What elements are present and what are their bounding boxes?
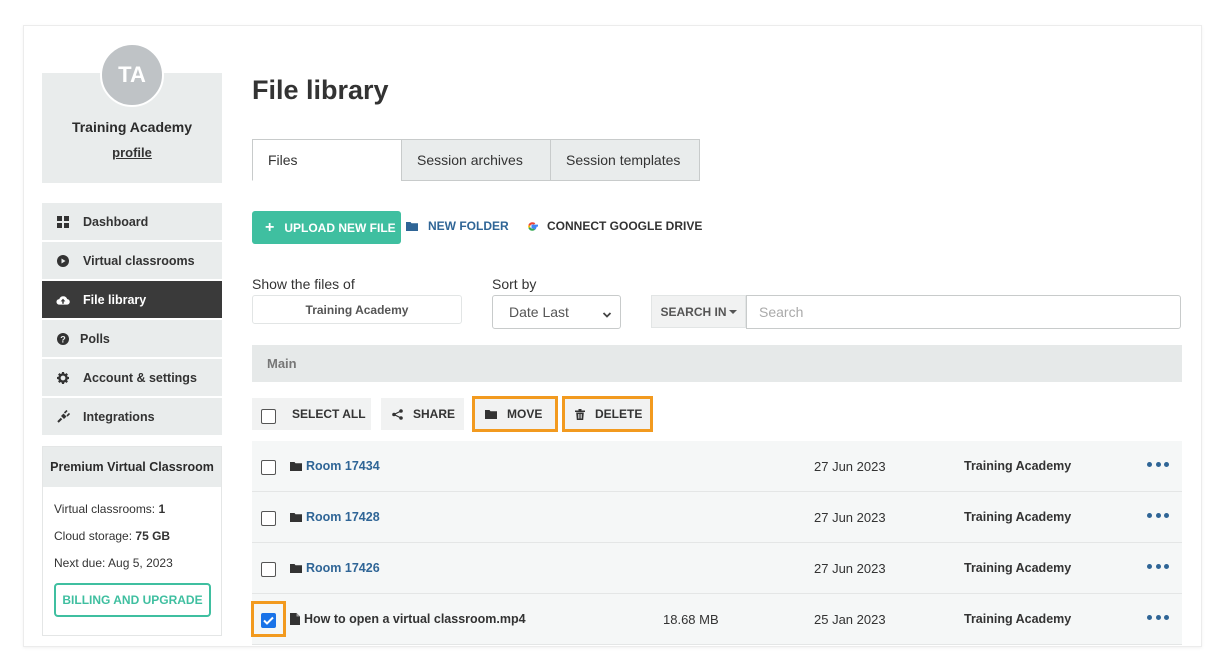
question-circle-icon: ? (56, 332, 70, 346)
file-name-link[interactable]: Room 17434 (290, 459, 380, 473)
sort-label: Sort by (492, 276, 537, 292)
sidebar-item-file-library[interactable]: File library (42, 281, 222, 318)
file-date: 27 Jun 2023 (814, 561, 886, 576)
folder-icon (485, 409, 497, 419)
share-button[interactable]: SHARE (381, 398, 464, 430)
file-name-link[interactable]: Room 17426 (290, 561, 380, 575)
plus-icon: + (265, 218, 275, 236)
sidebar-nav: Dashboard Virtual classrooms File librar… (42, 203, 222, 437)
row-checkbox[interactable] (261, 511, 276, 526)
sidebar-item-label: Dashboard (83, 214, 149, 229)
sidebar-item-label: Polls (80, 331, 110, 346)
billing-upgrade-button[interactable]: BILLING AND UPGRADE (54, 583, 211, 617)
file-date: 27 Jun 2023 (814, 459, 886, 474)
select-all-checkbox[interactable] (261, 408, 276, 424)
page-title: File library (252, 75, 389, 105)
search-in-dropdown[interactable]: SEARCH IN (651, 295, 746, 328)
tab-session-archives[interactable]: Session archives (401, 139, 551, 181)
sidebar-item-polls[interactable]: ? Polls (42, 320, 222, 357)
plan-storage: Cloud storage: 75 GB (54, 529, 171, 543)
avatar[interactable]: TA (100, 43, 164, 107)
file-list: Room 17434 27 Jun 2023 Training Academy … (251, 441, 1182, 645)
sidebar-item-integrations[interactable]: Integrations (42, 398, 222, 435)
google-icon (527, 221, 538, 232)
dashboard-icon (56, 215, 70, 229)
plan-next-due: Next due: Aug 5, 2023 (54, 556, 173, 570)
plan-title: Premium Virtual Classroom (43, 447, 221, 487)
sidebar-item-label: Integrations (83, 409, 155, 424)
more-options-icon[interactable] (1147, 508, 1169, 522)
gear-icon (56, 371, 70, 385)
file-row[interactable]: Room 17426 27 Jun 2023 Training Academy (252, 543, 1182, 594)
trash-icon (575, 408, 585, 420)
folder-icon (290, 563, 302, 573)
row-checkbox[interactable] (261, 460, 276, 475)
tab-files[interactable]: Files (252, 139, 402, 181)
file-name-link[interactable]: Room 17428 (290, 510, 380, 524)
checkmark-icon (263, 616, 274, 625)
file-row[interactable]: Room 17434 27 Jun 2023 Training Academy (252, 441, 1182, 492)
folder-icon (406, 221, 418, 231)
play-circle-icon (56, 254, 70, 268)
connect-google-drive-button[interactable]: CONNECT GOOGLE DRIVE (527, 219, 702, 233)
row-checkbox[interactable] (261, 613, 276, 628)
folder-icon (290, 512, 302, 522)
folder-breadcrumb: Main (252, 345, 1182, 382)
sidebar-item-virtual-classrooms[interactable]: Virtual classrooms (42, 242, 222, 279)
sort-select[interactable]: Date Last (492, 295, 621, 329)
more-options-icon[interactable] (1147, 457, 1169, 471)
file-row[interactable]: Room 17428 27 Jun 2023 Training Academy (252, 492, 1182, 543)
sidebar-item-dashboard[interactable]: Dashboard (42, 203, 222, 240)
delete-button[interactable]: DELETE (562, 396, 653, 432)
share-icon (392, 408, 403, 420)
file-row[interactable]: How to open a virtual classroom.mp4 18.6… (251, 594, 1182, 645)
profile-link[interactable]: profile (42, 145, 222, 160)
sidebar-item-label: Virtual classrooms (83, 253, 195, 268)
row-checkbox[interactable] (261, 562, 276, 577)
file-owner: Training Academy (964, 510, 1072, 524)
file-owner: Training Academy (964, 459, 1072, 473)
file-date: 25 Jan 2023 (814, 612, 886, 627)
owner-filter-field[interactable]: Training Academy (252, 295, 462, 324)
folder-icon (290, 461, 302, 471)
profile-name: Training Academy (71, 119, 193, 135)
file-date: 27 Jun 2023 (814, 510, 886, 525)
file-owner: Training Academy (964, 561, 1072, 575)
cloud-upload-icon (56, 293, 70, 307)
sidebar-item-account-settings[interactable]: Account & settings (42, 359, 222, 396)
select-all-button[interactable]: SELECT ALL (252, 398, 371, 430)
upload-new-file-button[interactable]: + UPLOAD NEW FILE (252, 211, 401, 244)
caret-down-icon (728, 309, 737, 315)
new-folder-button[interactable]: NEW FOLDER (406, 219, 509, 233)
search-input[interactable] (746, 295, 1181, 329)
file-owner: Training Academy (964, 612, 1072, 626)
file-size: 18.68 MB (663, 612, 719, 627)
file-name-link[interactable]: How to open a virtual classroom.mp4 (290, 612, 526, 626)
plan-panel: Premium Virtual Classroom Virtual classr… (42, 446, 222, 636)
plug-icon (56, 410, 70, 424)
more-options-icon[interactable] (1147, 559, 1169, 573)
tab-bar: Files Session archives Session templates (252, 139, 700, 181)
move-button[interactable]: MOVE (472, 396, 558, 432)
more-options-icon[interactable] (1147, 610, 1169, 624)
svg-text:?: ? (60, 334, 66, 344)
sidebar-item-label: Account & settings (83, 370, 197, 385)
sidebar-item-label: File library (83, 292, 147, 307)
file-icon (290, 613, 300, 625)
tab-session-templates[interactable]: Session templates (550, 139, 700, 181)
owner-filter-label: Show the files of (252, 276, 355, 292)
plan-classrooms: Virtual classrooms: 1 (54, 502, 166, 516)
chevron-down-icon (602, 307, 612, 323)
